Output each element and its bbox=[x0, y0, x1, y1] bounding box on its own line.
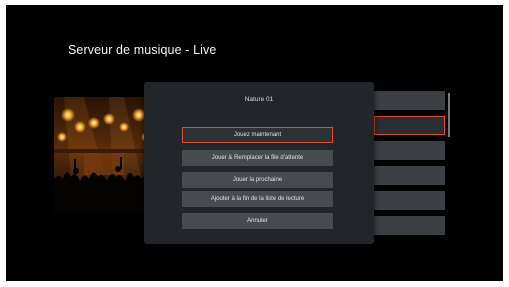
list-item[interactable] bbox=[374, 191, 445, 210]
list-item[interactable] bbox=[374, 141, 445, 160]
list-item[interactable] bbox=[374, 216, 445, 235]
play-now-button[interactable]: Jouez maintenant bbox=[182, 127, 333, 143]
play-replace-queue-button[interactable]: Jouer & Remplacer la file d'attente bbox=[182, 150, 333, 166]
list-item-selected[interactable] bbox=[374, 116, 445, 135]
add-to-end-of-playlist-button[interactable]: Ajouter à la fin de la liste de lecture bbox=[182, 191, 333, 207]
track-list bbox=[366, 89, 446, 245]
tv-screen: Serveur de musique - Live Nature 01 Joue… bbox=[6, 5, 503, 281]
album-art bbox=[54, 97, 154, 213]
play-options-dialog: Nature 01 Jouez maintenant Jouer & Rempl… bbox=[144, 82, 374, 244]
page-title: Serveur de musique - Live bbox=[68, 43, 217, 57]
play-next-button[interactable]: Jouer la prochaine bbox=[182, 172, 333, 188]
concert-stage-image bbox=[54, 97, 154, 213]
cancel-button[interactable]: Annuler bbox=[182, 213, 333, 229]
list-item[interactable] bbox=[374, 91, 445, 110]
dialog-title: Nature 01 bbox=[244, 96, 274, 103]
list-item[interactable] bbox=[374, 166, 445, 185]
list-scrollbar[interactable] bbox=[448, 93, 450, 137]
